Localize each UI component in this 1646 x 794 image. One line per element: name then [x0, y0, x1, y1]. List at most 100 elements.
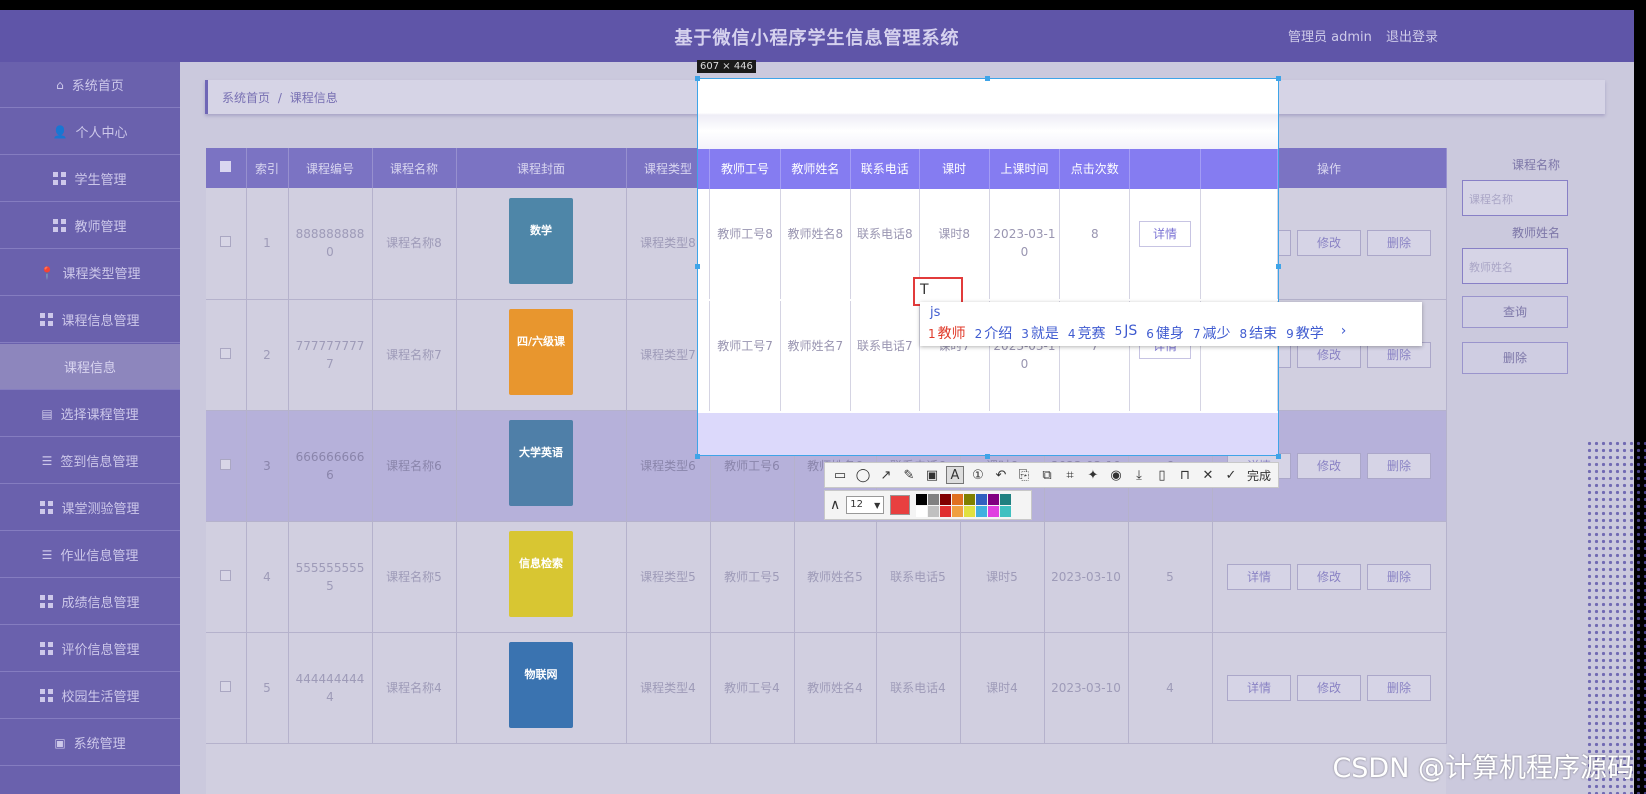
- sidebar-item[interactable]: 学生管理: [0, 156, 180, 202]
- sidebar-item[interactable]: 👤 个人中心: [0, 109, 180, 155]
- color-swatch[interactable]: [940, 493, 952, 505]
- ellipse-tool-icon[interactable]: ◯: [854, 466, 872, 484]
- check-icon[interactable]: ✓: [1222, 466, 1240, 484]
- ime-candidate[interactable]: 2 介绍: [975, 323, 1013, 343]
- line-style-icon[interactable]: ∧: [830, 497, 840, 513]
- pen-tool-icon[interactable]: ✎: [900, 466, 918, 484]
- delete-button[interactable]: 删除: [1367, 674, 1431, 701]
- sidebar-item[interactable]: ▤ 选择课程管理: [0, 391, 180, 437]
- color-swatch[interactable]: [952, 493, 964, 505]
- ime-candidate[interactable]: 7 减少: [1193, 323, 1231, 343]
- ime-candidate[interactable]: 3 就是: [1021, 323, 1059, 343]
- resize-handle[interactable]: [695, 76, 700, 81]
- course-name-input[interactable]: 课程名称: [1462, 180, 1568, 216]
- bookmark-icon[interactable]: ⊓: [1176, 466, 1194, 484]
- edit-button[interactable]: 修改: [1297, 452, 1361, 479]
- save-icon[interactable]: ⎘: [1015, 466, 1033, 484]
- sidebar-item[interactable]: 课程信息: [0, 344, 180, 390]
- font-size-select[interactable]: 12: [846, 496, 885, 514]
- ime-candidate[interactable]: 6 健身: [1146, 323, 1184, 343]
- color-swatch[interactable]: [928, 493, 940, 505]
- text-tool-icon[interactable]: A: [946, 466, 964, 484]
- detail-button[interactable]: 详情: [1227, 674, 1291, 701]
- row-checkbox[interactable]: [220, 236, 232, 248]
- resize-handle[interactable]: [985, 76, 990, 81]
- sidebar-item[interactable]: 校园生活管理: [0, 673, 180, 719]
- mosaic-tool-icon[interactable]: ▣: [923, 466, 941, 484]
- row-checkbox[interactable]: [220, 347, 232, 359]
- delete-button[interactable]: 删除: [1367, 452, 1431, 479]
- resize-handle[interactable]: [1276, 454, 1281, 459]
- done-button[interactable]: 完成: [1247, 467, 1271, 484]
- delete-button[interactable]: 删除: [1367, 230, 1431, 257]
- long-capture-icon[interactable]: ▯: [1153, 466, 1171, 484]
- edit-button[interactable]: 修改: [1297, 674, 1361, 701]
- color-swatch[interactable]: [916, 505, 928, 517]
- rectangle-tool-icon[interactable]: ▭: [831, 466, 849, 484]
- sidebar-item[interactable]: 课程信息管理: [0, 297, 180, 343]
- color-swatch[interactable]: [976, 493, 988, 505]
- record-icon[interactable]: ◉: [1107, 466, 1125, 484]
- color-swatch[interactable]: [988, 505, 1000, 517]
- row-checkbox[interactable]: [220, 458, 232, 470]
- sidebar-item[interactable]: 评价信息管理: [0, 626, 180, 672]
- teacher-name-input[interactable]: 教师姓名: [1462, 248, 1568, 284]
- ocr-icon[interactable]: ⌗: [1061, 466, 1079, 484]
- sidebar-item-label: 系统首页: [71, 79, 124, 94]
- resize-handle[interactable]: [695, 454, 700, 459]
- resize-handle[interactable]: [985, 454, 990, 459]
- sidebar-item[interactable]: 成绩信息管理: [0, 579, 180, 625]
- row-checkbox[interactable]: [220, 680, 232, 692]
- sidebar-item[interactable]: ☰ 作业信息管理: [0, 532, 180, 578]
- ime-next-page-icon[interactable]: ›: [1341, 323, 1347, 343]
- batch-delete-button[interactable]: 删除: [1462, 342, 1568, 374]
- download-icon[interactable]: ⤓: [1130, 466, 1148, 484]
- breadcrumb-home[interactable]: 系统首页: [222, 91, 270, 105]
- resize-handle[interactable]: [1276, 264, 1281, 269]
- edit-button[interactable]: 修改: [1297, 563, 1361, 590]
- resize-handle[interactable]: [695, 264, 700, 269]
- delete-button[interactable]: 删除: [1367, 563, 1431, 590]
- pin-icon[interactable]: ✦: [1084, 466, 1102, 484]
- sidebar-item[interactable]: ☰ 签到信息管理: [0, 438, 180, 484]
- logout-link[interactable]: 退出登录: [1386, 30, 1438, 45]
- color-swatch[interactable]: [964, 505, 976, 517]
- current-color-swatch[interactable]: [890, 495, 911, 515]
- color-swatch[interactable]: [940, 505, 952, 517]
- edit-button[interactable]: 修改: [1297, 230, 1361, 257]
- number-tool-icon[interactable]: ①: [969, 466, 987, 484]
- select-all-checkbox[interactable]: [220, 161, 232, 172]
- sidebar-item[interactable]: ▣ 系统管理: [0, 720, 180, 766]
- color-swatch[interactable]: [916, 493, 928, 505]
- copy-icon[interactable]: ⧉: [1038, 466, 1056, 484]
- table-row[interactable]: 4 5555555555 课程名称5 信息检索 课程类型5 教师工号5 教师姓名5 联系电话5…: [206, 521, 1447, 633]
- undo-icon[interactable]: ↶: [992, 466, 1010, 484]
- color-swatch[interactable]: [928, 505, 940, 517]
- resize-handle[interactable]: [1276, 76, 1281, 81]
- row-checkbox[interactable]: [220, 569, 232, 581]
- detail-button[interactable]: 详情: [1227, 563, 1291, 590]
- color-swatch[interactable]: [988, 493, 1000, 505]
- ime-candidate[interactable]: 4 竞赛: [1068, 323, 1106, 343]
- query-button[interactable]: 查询: [1462, 296, 1568, 328]
- arrow-tool-icon[interactable]: ↗: [877, 466, 895, 484]
- color-swatch[interactable]: [976, 505, 988, 517]
- sidebar-item[interactable]: ⌂ 系统首页: [0, 62, 180, 108]
- cell-index: 2: [246, 299, 289, 411]
- color-swatch[interactable]: [1000, 493, 1012, 505]
- sidebar-item[interactable]: 教师管理: [0, 203, 180, 249]
- table-row[interactable]: 5 4444444444 课程名称4 物联网 课程类型4 教师工号4 教师姓名4 联系电话4 课…: [206, 632, 1447, 744]
- column-header[interactable]: [206, 148, 247, 188]
- color-swatch[interactable]: [1000, 505, 1012, 517]
- ime-candidate[interactable]: 8 结束: [1240, 323, 1278, 343]
- sidebar-item[interactable]: 课堂测验管理: [0, 485, 180, 531]
- sidebar-item[interactable]: 📍 课程类型管理: [0, 250, 180, 296]
- ime-candidate[interactable]: 5 JS: [1115, 323, 1138, 343]
- detail-button[interactable]: 详情: [1139, 221, 1192, 247]
- color-swatch[interactable]: [964, 493, 976, 505]
- close-icon[interactable]: ✕: [1199, 466, 1217, 484]
- color-swatch[interactable]: [952, 505, 964, 517]
- ime-candidate[interactable]: 1 教师: [928, 323, 966, 343]
- capture-region[interactable]: 教师工号 教师姓名 联系电话 课时 上课时间 点击次数 教师工号7 教师姓名7 联系电话7 课时…: [697, 78, 1279, 456]
- ime-candidate[interactable]: 9 教学: [1286, 323, 1324, 343]
